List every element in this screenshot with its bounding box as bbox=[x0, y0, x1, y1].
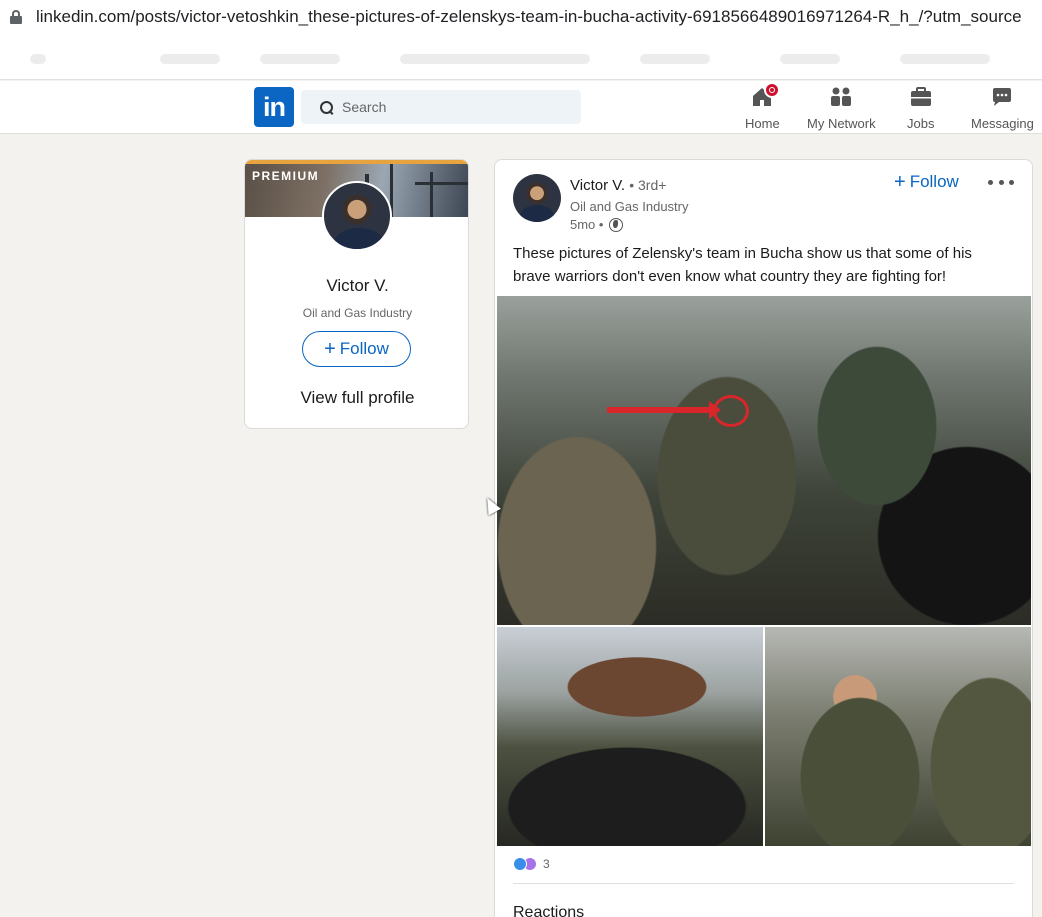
author-line: Victor V. • 3rd+ bbox=[570, 177, 666, 194]
search-icon bbox=[320, 100, 333, 114]
bookmark-item[interactable] bbox=[640, 54, 710, 64]
url-text[interactable]: linkedin.com/posts/victor-vetoshkin_thes… bbox=[36, 7, 1036, 27]
search-input[interactable]: Search bbox=[342, 99, 386, 115]
post-time-text: 5mo • bbox=[570, 217, 604, 232]
post-follow-label: Follow bbox=[909, 172, 959, 191]
nav-jobs-label: Jobs bbox=[907, 116, 935, 131]
browser-address-bar[interactable]: linkedin.com/posts/victor-vetoshkin_thes… bbox=[0, 0, 1042, 34]
reactions-heading: Reactions bbox=[513, 904, 585, 917]
premium-badge: PREMIUM bbox=[252, 169, 320, 183]
post-follow-button[interactable]: + Follow bbox=[894, 172, 959, 192]
like-reaction-icon bbox=[513, 857, 527, 871]
linkedin-logo[interactable]: in bbox=[254, 87, 294, 127]
reactions-summary[interactable]: 3 bbox=[513, 857, 550, 871]
annotation-circle bbox=[713, 395, 749, 427]
post-card: Victor V. • 3rd+ Oil and Gas Industry 5m… bbox=[494, 159, 1033, 917]
nav-my-network-label: My Network bbox=[807, 116, 876, 131]
profile-headline: Oil and Gas Industry bbox=[302, 306, 413, 320]
home-icon bbox=[750, 82, 781, 109]
lock-icon bbox=[10, 10, 22, 24]
profile-card: PREMIUM Victor V. Oil and Gas Industry +… bbox=[244, 159, 469, 429]
top-nav: in Search Home My Network Jobs Messaging bbox=[0, 81, 1042, 134]
nav-my-network[interactable]: My Network bbox=[807, 85, 876, 131]
bookmark-item[interactable] bbox=[160, 54, 220, 64]
bookmark-item[interactable] bbox=[780, 54, 840, 64]
post-text: These pictures of Zelensky's team in Buc… bbox=[513, 245, 972, 285]
more-options-icon[interactable] bbox=[988, 172, 1014, 192]
divider bbox=[513, 883, 1014, 884]
chat-icon bbox=[990, 85, 1014, 109]
connection-degree: • 3rd+ bbox=[629, 177, 667, 193]
view-full-profile-link[interactable]: View full profile bbox=[245, 388, 468, 408]
post-image-bottom-right[interactable] bbox=[765, 627, 1031, 846]
network-icon bbox=[829, 85, 853, 109]
profile-name[interactable]: Victor V. bbox=[245, 276, 468, 296]
globe-icon bbox=[609, 217, 624, 232]
follow-button-label: Follow bbox=[339, 339, 389, 358]
author-avatar[interactable] bbox=[513, 174, 561, 222]
post-image-bottom-left[interactable] bbox=[497, 627, 763, 846]
plus-icon: + bbox=[894, 171, 906, 193]
search-box[interactable]: Search bbox=[301, 90, 581, 124]
follow-button[interactable]: + Follow bbox=[302, 331, 411, 367]
nav-home[interactable]: Home bbox=[745, 82, 781, 131]
nav-jobs[interactable]: Jobs bbox=[907, 85, 934, 131]
notification-badge bbox=[764, 82, 781, 98]
post-timestamp: 5mo • bbox=[570, 217, 624, 232]
briefcase-icon bbox=[909, 85, 933, 109]
bookmarks-bar bbox=[0, 34, 1042, 80]
plus-icon: + bbox=[324, 338, 336, 360]
nav-messaging-label: Messaging bbox=[971, 116, 1034, 131]
author-headline: Oil and Gas Industry bbox=[570, 199, 689, 214]
bookmark-favicon[interactable] bbox=[30, 54, 46, 64]
bookmark-item[interactable] bbox=[400, 54, 590, 64]
bookmark-item[interactable] bbox=[260, 54, 340, 64]
reaction-count: 3 bbox=[543, 857, 550, 871]
nav-messaging[interactable]: Messaging bbox=[971, 85, 1034, 131]
avatar[interactable] bbox=[322, 181, 392, 251]
bookmark-item[interactable] bbox=[900, 54, 990, 64]
post-image-main[interactable] bbox=[497, 296, 1031, 625]
nav-home-label: Home bbox=[745, 116, 780, 131]
annotation-arrow bbox=[607, 401, 721, 419]
author-name[interactable]: Victor V. bbox=[570, 177, 625, 194]
